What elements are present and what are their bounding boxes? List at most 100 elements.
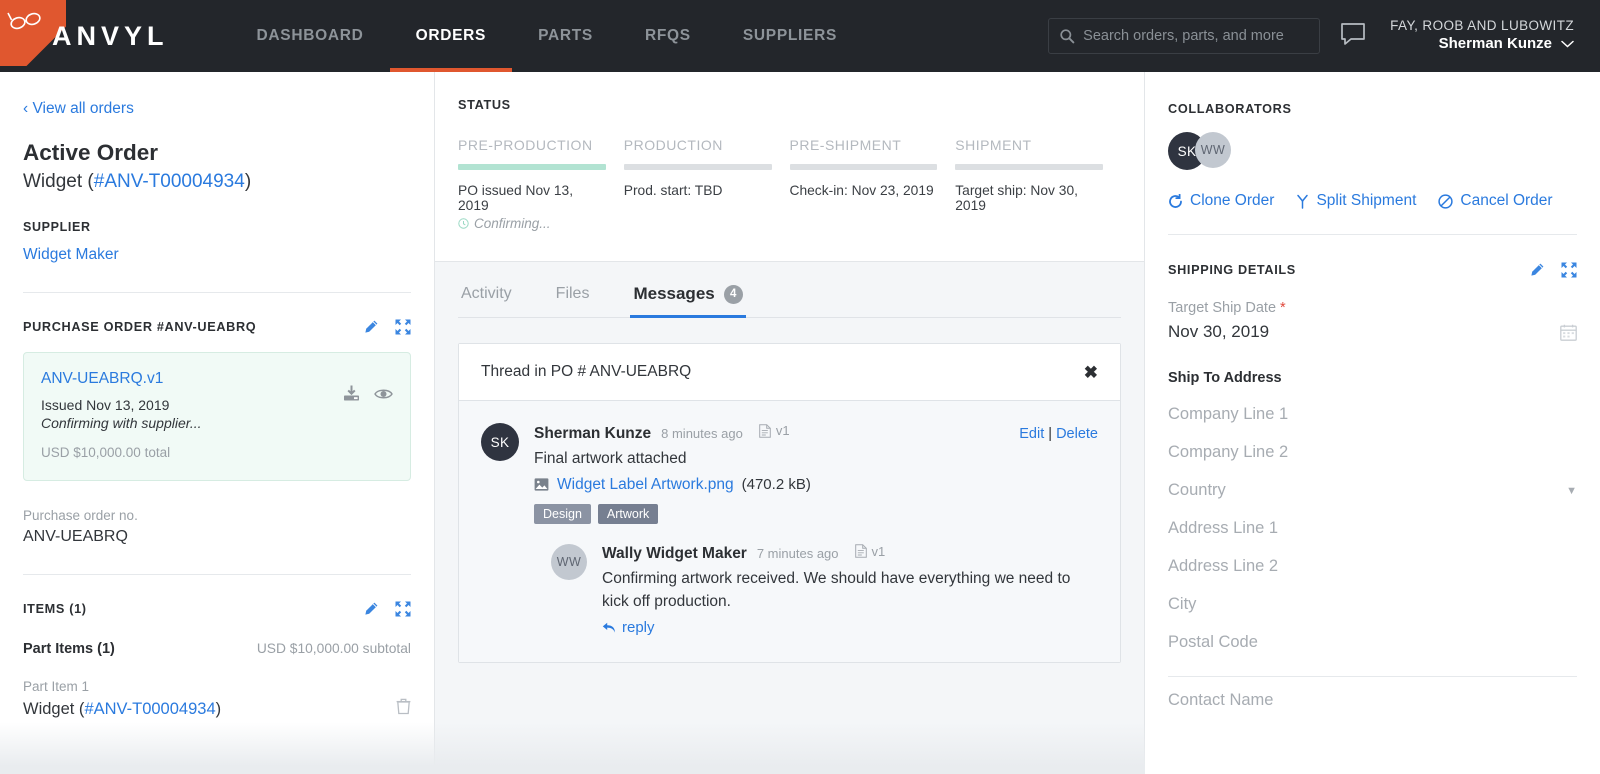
message-attachment[interactable]: Widget Label Artwork.png (470.2 kB) — [534, 476, 1098, 494]
left-panel-fade — [0, 722, 434, 774]
target-ship-date-label: Target Ship Date * — [1168, 300, 1577, 316]
address-line-1-field[interactable]: Address Line 1 — [1168, 519, 1577, 538]
contact-name-field[interactable]: Contact Name — [1168, 691, 1577, 710]
message-timestamp: 8 minutes ago — [661, 425, 743, 441]
stage-pre-production[interactable]: PRE-PRODUCTION PO issued Nov 13, 2019 Co… — [458, 137, 624, 231]
clone-order-button[interactable]: Clone Order — [1168, 192, 1274, 210]
order-main-content: STATUS PRE-PRODUCTION PO issued Nov 13, … — [0, 72, 1600, 774]
view-all-orders-link[interactable]: ‹ View all orders — [23, 72, 134, 118]
message-item: SK Sherman Kunze 8 minutes ago v1 Edit |… — [481, 423, 1098, 524]
address-line-2-field[interactable]: Address Line 2 — [1168, 557, 1577, 576]
refresh-icon — [1169, 193, 1182, 208]
thread-header: Thread in PO # ANV-UEABRQ ✖ — [459, 344, 1120, 401]
close-icon[interactable]: ✖ — [1084, 364, 1098, 381]
delete-message-link[interactable]: Delete — [1056, 426, 1098, 442]
avatar[interactable]: SK — [481, 423, 519, 461]
global-search-box[interactable] — [1048, 18, 1321, 54]
nav-link-orders[interactable]: ORDERS — [389, 0, 513, 72]
company-line-1-placeholder: Company Line 1 — [1168, 405, 1289, 423]
expand-arrows-icon[interactable] — [1561, 262, 1577, 278]
target-ship-date-row[interactable]: Nov 30, 2019 — [1168, 322, 1577, 342]
content-tabs: Activity Files Messages 4 — [458, 262, 1121, 318]
message-body: Final artwork attached — [534, 449, 687, 467]
tab-activity[interactable]: Activity — [458, 284, 515, 317]
nav-link-rfqs[interactable]: RFQS — [619, 0, 717, 72]
document-icon — [759, 423, 771, 438]
part-item-index-label: Part Item 1 — [23, 679, 90, 694]
nav-link-parts[interactable]: PARTS — [512, 0, 619, 72]
supplier-label: SUPPLIER — [23, 220, 91, 234]
user-organization: FAY, ROOB AND LUBOWITZ — [1390, 18, 1574, 34]
message-version: v1 — [759, 423, 790, 438]
tag-artwork[interactable]: Artwork — [597, 503, 659, 524]
purchase-order-card[interactable]: ANV-UEABRQ.v1 Issued Nov 13, 2019 Confir… — [23, 352, 411, 481]
reply-label: reply — [622, 619, 655, 637]
brand-logo-text[interactable]: ANVYL — [52, 21, 169, 52]
company-line-2-field[interactable]: Company Line 2 — [1168, 443, 1577, 462]
stage-name: PRE-SHIPMENT — [789, 137, 902, 153]
chevron-down-icon[interactable]: ▼ — [1566, 485, 1577, 497]
order-action-links: Clone Order Split Shipment Cancel Order — [1168, 192, 1577, 210]
branch-icon — [1297, 194, 1309, 209]
stage-shipment[interactable]: SHIPMENT Target ship: Nov 30, 2019 — [955, 137, 1121, 231]
tab-messages-label: Messages — [633, 284, 715, 303]
edit-pencil-icon[interactable] — [363, 601, 379, 617]
stage-production[interactable]: PRODUCTION Prod. start: TBD — [623, 137, 790, 231]
tab-messages[interactable]: Messages 4 — [630, 284, 747, 318]
eye-preview-icon[interactable] — [374, 387, 393, 401]
stage-meta: Check-in: Nov 23, 2019 — [789, 183, 934, 198]
message-version-label: v1 — [775, 423, 790, 438]
split-shipment-button[interactable]: Split Shipment — [1296, 192, 1416, 210]
part-item-id-link[interactable]: #ANV-T00004934 — [84, 700, 215, 718]
city-field[interactable]: City — [1168, 595, 1577, 614]
tabs-and-thread-area: Activity Files Messages 4 Thread in PO #… — [435, 262, 1144, 774]
stage-substatus-text: Confirming... — [474, 216, 551, 231]
chevron-down-icon[interactable] — [1561, 40, 1574, 48]
order-id-link[interactable]: #ANV-T00004934 — [94, 171, 245, 192]
supplier-link[interactable]: Widget Maker — [23, 246, 411, 264]
messages-chat-icon[interactable] — [1340, 22, 1366, 51]
part-item-name-text: Widget ( — [23, 699, 85, 718]
nav-link-dashboard[interactable]: DASHBOARD — [231, 0, 390, 72]
ship-to-address-label: Ship To Address — [1168, 370, 1282, 386]
delete-trash-icon[interactable] — [396, 698, 411, 720]
company-line-1-field[interactable]: Company Line 1 — [1168, 405, 1577, 424]
search-input[interactable] — [1083, 28, 1310, 44]
reply-button[interactable]: reply — [602, 619, 1098, 636]
stage-pre-shipment[interactable]: PRE-SHIPMENT Check-in: Nov 23, 2019 — [789, 137, 956, 231]
expand-arrows-icon[interactable] — [395, 601, 411, 617]
stage-name: PRODUCTION — [623, 137, 723, 153]
edit-message-link[interactable]: Edit — [1019, 426, 1044, 442]
target-ship-date-value: Nov 30, 2019 — [1168, 322, 1270, 341]
expand-arrows-icon[interactable] — [395, 319, 411, 335]
cancel-order-button[interactable]: Cancel Order — [1438, 192, 1553, 210]
attachment-filename[interactable]: Widget Label Artwork.png — [557, 476, 734, 494]
items-title: ITEMS (1) — [23, 602, 87, 616]
tag-design[interactable]: Design — [534, 503, 591, 524]
avatar[interactable]: WW — [551, 543, 587, 580]
contact-name-placeholder: Contact Name — [1168, 691, 1274, 709]
nav-link-suppliers[interactable]: SUPPLIERS — [717, 0, 863, 72]
po-number-label: Purchase order no. — [23, 508, 138, 523]
ban-icon — [1438, 193, 1454, 209]
tab-files-label: Files — [555, 285, 590, 302]
message-item: WW Wally Widget Maker 7 minutes ago v1 C… — [481, 543, 1098, 636]
country-placeholder: Country — [1168, 481, 1226, 499]
download-icon[interactable] — [343, 385, 360, 402]
address-line-1-placeholder: Address Line 1 — [1168, 519, 1279, 537]
avatar[interactable]: WW — [1195, 132, 1231, 168]
postal-code-field[interactable]: Postal Code — [1168, 633, 1577, 652]
tab-files[interactable]: Files — [553, 284, 593, 317]
edit-pencil-icon[interactable] — [1529, 262, 1545, 278]
country-select[interactable]: Country ▼ — [1168, 481, 1577, 500]
user-menu[interactable]: FAY, ROOB AND LUBOWITZ Sherman Kunze — [1386, 18, 1574, 54]
status-card: STATUS PRE-PRODUCTION PO issued Nov 13, … — [435, 72, 1144, 262]
po-version-link[interactable]: ANV-UEABRQ.v1 — [41, 370, 393, 388]
edit-pencil-icon[interactable] — [363, 319, 379, 335]
document-icon — [854, 544, 867, 559]
attachment-filesize: (470.2 kB) — [741, 476, 811, 494]
order-status-heading: Active Order — [23, 140, 159, 165]
city-placeholder: City — [1168, 595, 1197, 613]
split-shipment-label: Split Shipment — [1316, 192, 1417, 209]
calendar-icon[interactable] — [1560, 324, 1577, 341]
